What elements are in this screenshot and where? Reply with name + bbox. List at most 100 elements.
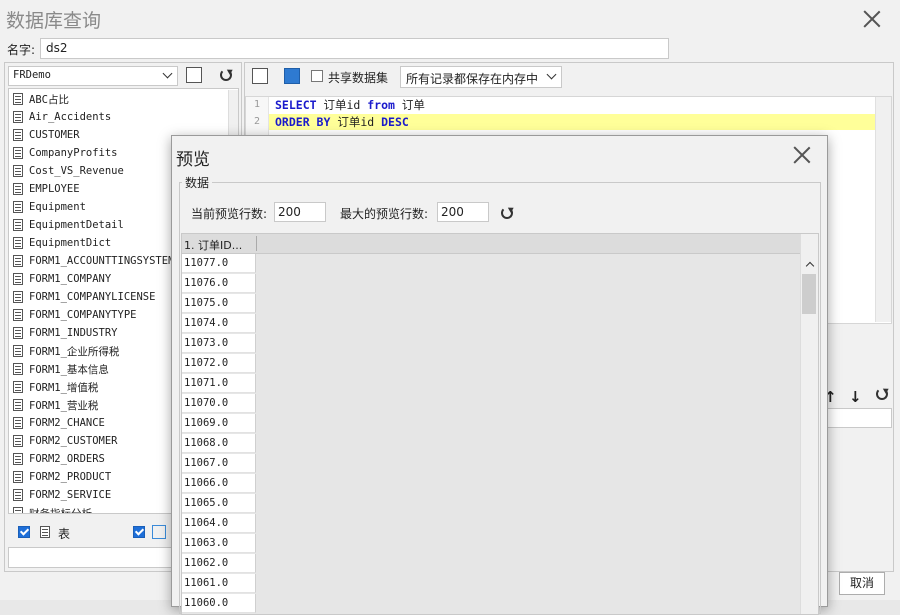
grid-header: 1. 订单ID... [182,234,800,254]
table-name: EquipmentDetail [29,219,124,231]
grid-scrollbar[interactable] [800,234,818,614]
editor-scrollbar[interactable] [875,97,891,322]
table-list-item[interactable]: FORM2_ORDERS [13,450,105,468]
table-list-item[interactable]: Equipment [13,198,86,216]
table-list-item[interactable]: FORM2_SERVICE [13,486,111,504]
table-list-item[interactable]: FORM2_CHANCE [13,414,105,432]
table-name: Cost_VS_Revenue [29,165,124,177]
table-name: FORM2_ORDERS [29,453,105,465]
table-name: CompanyProfits [29,147,118,159]
preview-grid: 1. 订单ID... 11077.0 11076.0 11075.0 11074.0 1… [181,233,819,615]
table-list-item[interactable]: FORM1_COMPANYTYPE [13,306,136,324]
grid-cell[interactable]: 11063.0 [182,534,256,553]
connection-select[interactable]: FRDemo [8,66,178,86]
scroll-thumb[interactable] [802,274,816,314]
grid-cell[interactable]: 11074.0 [182,314,256,333]
table-list-item[interactable]: 财务指标分析 [13,504,92,513]
table-icon [13,183,23,195]
table-icon [13,453,23,465]
table-list-item[interactable]: Cost_VS_Revenue [13,162,124,180]
grid-cell[interactable]: 11067.0 [182,454,256,473]
parameter-icon[interactable] [284,68,300,84]
view-icon [152,525,166,539]
table-list-item[interactable]: FORM1_基本信息 [13,360,109,378]
table-name: FORM2_SERVICE [29,489,112,501]
close-icon[interactable] [862,9,882,29]
table-list-item[interactable]: FORM1_COMPANY [13,270,111,288]
table-list-item[interactable]: FORM2_CUSTOMER [13,432,118,450]
grid-cell[interactable]: 11064.0 [182,514,256,533]
table-name: FORM1_营业税 [29,399,99,412]
table-list-item[interactable]: FORM2_PRODUCT [13,468,111,486]
preview-title: 预览 [176,150,210,170]
column-header[interactable]: 1. 订单ID... [184,237,242,253]
table-list-item[interactable]: FORM1_企业所得税 [13,342,119,360]
table-icon [13,309,23,321]
move-down-icon[interactable]: ↓ [849,388,862,406]
table-name: FORM1_COMPANY [29,273,112,285]
view-checkbox[interactable] [133,526,145,538]
max-rows-input[interactable]: 200 [437,202,489,222]
share-dataset-checkbox[interactable] [311,70,323,82]
table-icon [13,471,23,483]
table-checkbox[interactable] [18,526,30,538]
cache-mode-select[interactable]: 所有记录都保存在内存中 [400,66,562,88]
refresh-tables-icon[interactable] [220,69,232,81]
preview-icon[interactable] [252,68,268,84]
table-list-item[interactable]: FORM1_ACCOUNTTINGSYSTEM [13,252,174,270]
grid-cell[interactable]: 11075.0 [182,294,256,313]
grid-cell[interactable]: 11070.0 [182,394,256,413]
refresh-preview-icon[interactable] [501,207,513,219]
table-list-item[interactable]: CUSTOMER [13,126,80,144]
table-list-item[interactable]: EquipmentDict [13,234,111,252]
refresh-parameters-icon[interactable] [876,388,888,400]
edit-connection-icon[interactable] [186,67,202,83]
scroll-up-icon[interactable] [806,260,814,268]
table-list-item[interactable]: Air_Accidents [13,108,111,126]
table-icon [13,111,23,123]
name-label: 名字: [7,43,36,57]
table-name: FORM1_COMPANYLICENSE [29,291,156,303]
current-rows-input[interactable]: 200 [274,202,326,222]
grid-cell[interactable]: 11077.0 [182,254,256,273]
table-list-item[interactable]: FORM1_营业税 [13,396,98,414]
grid-cell[interactable]: 11072.0 [182,354,256,373]
name-input[interactable]: ds2 [40,38,669,59]
table-name: Equipment [29,201,86,213]
grid-cell[interactable]: 11071.0 [182,374,256,393]
table-list-item[interactable]: CompanyProfits [13,144,118,162]
grid-rows: 11077.0 11076.0 11075.0 11074.0 11073.0 11072… [182,254,257,614]
table-name: CUSTOMER [29,129,80,141]
table-icon [13,507,23,513]
table-name: FORM1_COMPANYTYPE [29,309,137,321]
grid-cell[interactable]: 11065.0 [182,494,256,513]
sql-text: 订单 [394,98,425,112]
table-name: FORM1_企业所得税 [29,345,120,358]
grid-cell[interactable]: 11076.0 [182,274,256,293]
table-icon [13,291,23,303]
table-list-item[interactable]: EMPLOYEE [13,180,80,198]
sql-keyword: DESC [381,115,409,129]
max-rows-value: 200 [441,205,464,219]
table-list-item[interactable]: EquipmentDetail [13,216,124,234]
grid-cell[interactable]: 11073.0 [182,334,256,353]
grid-cell[interactable]: 11061.0 [182,574,256,593]
grid-cell[interactable]: 11060.0 [182,594,256,613]
code-line-2: ORDER BY 订单id DESC [275,114,409,130]
sql-keyword: SELECT [275,98,317,112]
table-list-item[interactable]: FORM1_增值税 [13,378,98,396]
close-icon[interactable] [792,145,812,165]
table-list-item[interactable]: ABC占比 [13,90,69,108]
grid-cell[interactable]: 11062.0 [182,554,256,573]
grid-cell[interactable]: 11066.0 [182,474,256,493]
grid-cell[interactable]: 11068.0 [182,434,256,453]
table-list-item[interactable]: FORM1_COMPANYLICENSE [13,288,155,306]
table-list-item[interactable]: FORM1_INDUSTRY [13,324,118,342]
table-icon [13,381,23,393]
chevron-down-icon [548,71,556,79]
table-name: ABC占比 [29,93,69,106]
cancel-button[interactable]: 取消 [839,572,885,595]
table-icon [13,363,23,375]
parameter-table[interactable] [826,408,892,428]
grid-cell[interactable]: 11069.0 [182,414,256,433]
